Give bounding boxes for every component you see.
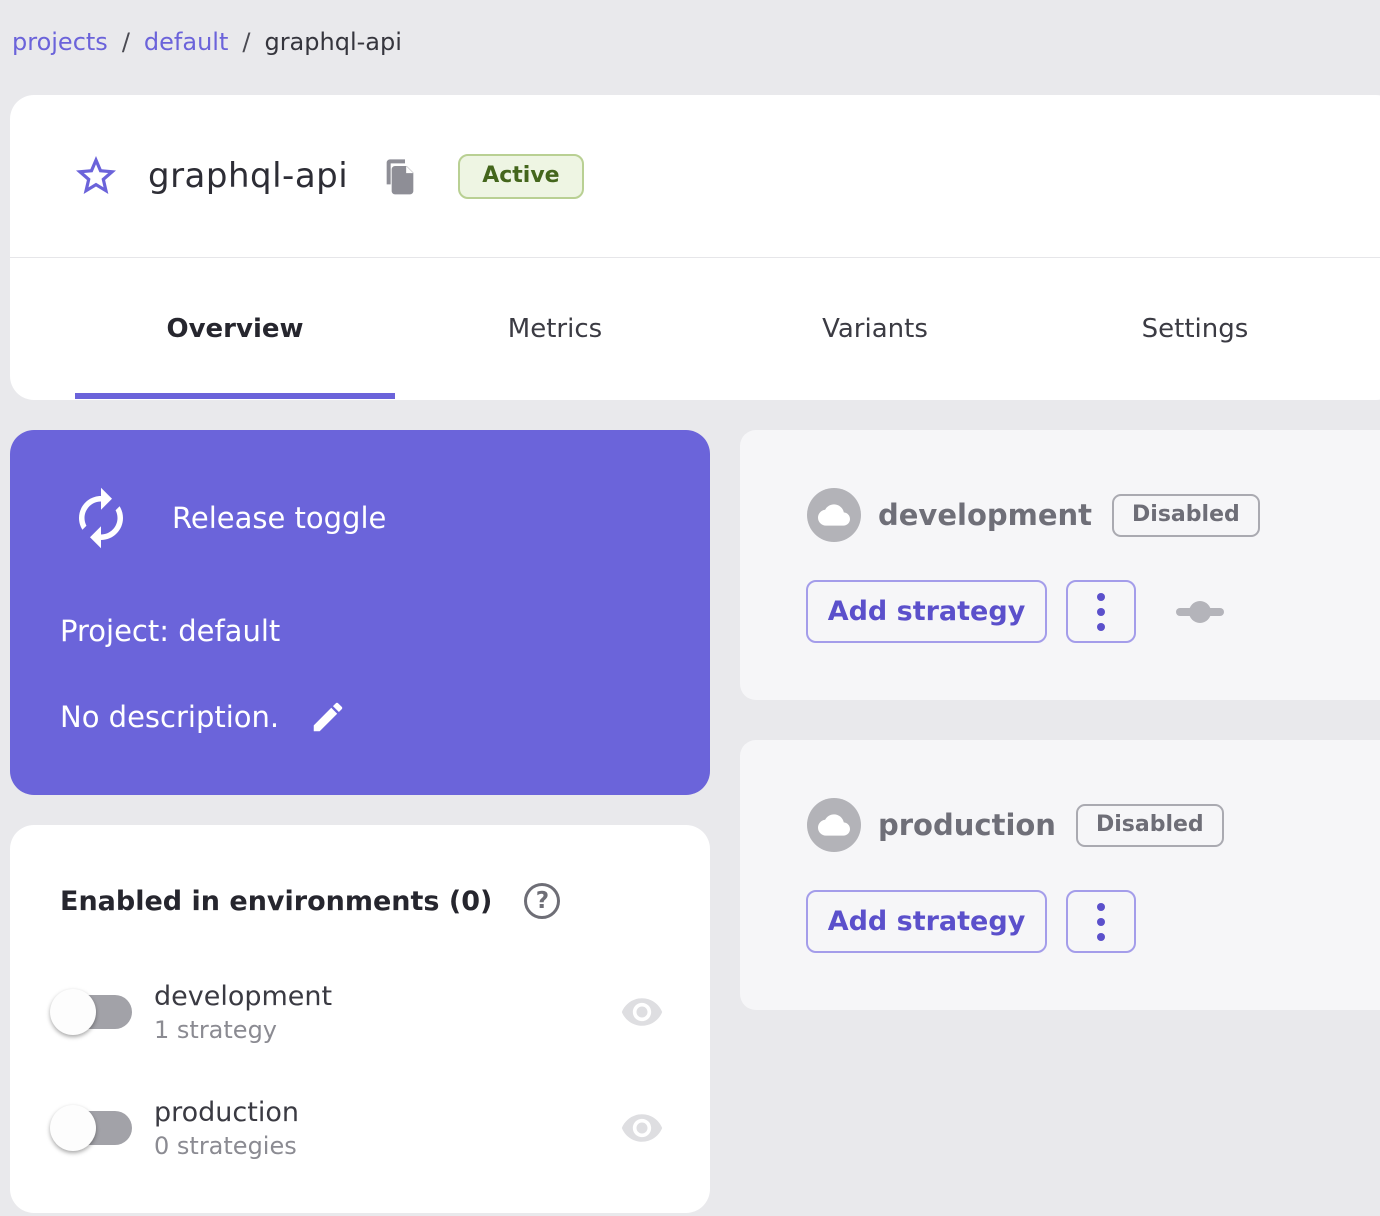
tab-variants[interactable]: Variants	[715, 258, 1035, 399]
environment-row-strategies: 1 strategy	[154, 1015, 277, 1044]
enabled-environments-card: Enabled in environments (0) ? developmen…	[10, 825, 710, 1213]
toggle-type-row: Release toggle	[68, 485, 386, 551]
add-strategy-button[interactable]: Add strategy	[806, 580, 1047, 643]
environment-actions: Add strategy	[806, 890, 1136, 953]
tab-metrics-label: Metrics	[507, 313, 603, 344]
project-label: Project: default	[60, 614, 281, 648]
tab-settings[interactable]: Settings	[1035, 258, 1355, 399]
tab-overview[interactable]: Overview	[75, 258, 395, 399]
environment-toggle-row-development: development 1 strategy	[50, 980, 670, 1044]
help-icon[interactable]: ?	[524, 883, 561, 919]
feature-tabs: Overview Metrics Variants Settings	[10, 258, 1380, 399]
description-row: No description.	[60, 698, 347, 736]
breadcrumb-link-projects[interactable]: projects	[12, 28, 108, 56]
environment-row-strategies: 0 strategies	[154, 1131, 297, 1160]
release-toggle-cycle-icon	[68, 485, 134, 551]
environment-toggle-switch[interactable]	[50, 989, 134, 1035]
strategy-slider-icon	[1176, 600, 1224, 624]
cloud-icon	[807, 488, 861, 542]
feature-header-row: graphql-api Active	[10, 95, 1380, 258]
environment-card-production: production Disabled Add strategy	[740, 740, 1380, 1010]
breadcrumb-link-default[interactable]: default	[144, 28, 228, 56]
environment-actions: Add strategy	[806, 580, 1224, 643]
environment-card-development: development Disabled Add strategy	[740, 430, 1380, 700]
eye-icon[interactable]	[614, 1106, 670, 1150]
enabled-environments-title: Enabled in environments (0)	[60, 885, 493, 917]
tab-settings-label: Settings	[1141, 313, 1249, 344]
tab-overview-label: Overview	[166, 313, 304, 344]
edit-description-pencil-icon[interactable]	[309, 698, 347, 736]
tab-variants-label: Variants	[822, 313, 928, 344]
breadcrumb-separator: /	[121, 28, 130, 56]
breadcrumb-current: graphql-api	[264, 28, 402, 56]
breadcrumb-separator: /	[242, 28, 251, 56]
environment-name: production	[878, 808, 1056, 842]
feature-toggle-overview-page: projects / default / graphql-api graphql…	[0, 0, 1380, 1216]
more-options-kebab-icon[interactable]	[1066, 580, 1136, 643]
page-title: graphql-api	[148, 156, 349, 196]
copy-name-icon[interactable]	[380, 156, 420, 196]
environment-header: production Disabled	[807, 798, 1224, 852]
tab-metrics[interactable]: Metrics	[395, 258, 715, 399]
toggle-overview-card: Release toggle Project: default No descr…	[10, 430, 710, 795]
environment-row-name: production	[154, 1096, 299, 1128]
environment-status-badge: Disabled	[1075, 803, 1224, 847]
status-badge: Active	[458, 153, 584, 199]
enabled-environments-header: Enabled in environments (0) ?	[60, 883, 561, 919]
environment-toggle-switch[interactable]	[50, 1105, 134, 1151]
environment-toggle-row-production: production 0 strategies	[50, 1096, 670, 1160]
more-options-kebab-icon[interactable]	[1066, 890, 1136, 953]
breadcrumb: projects / default / graphql-api	[12, 28, 402, 56]
description-label: No description.	[60, 700, 280, 734]
add-strategy-button[interactable]: Add strategy	[806, 890, 1047, 953]
favorite-star-icon[interactable]	[72, 152, 120, 200]
environment-header: development Disabled	[807, 488, 1260, 542]
toggle-type-label: Release toggle	[172, 501, 387, 535]
eye-icon[interactable]	[614, 990, 670, 1034]
feature-header-card: graphql-api Active Overview Metrics Vari…	[10, 95, 1380, 400]
environment-status-badge: Disabled	[1112, 493, 1260, 537]
environment-row-text: development 1 strategy	[154, 981, 332, 1044]
environment-row-name: development	[154, 980, 333, 1012]
environment-row-text: production 0 strategies	[154, 1097, 299, 1160]
environment-name: development	[878, 498, 1093, 532]
cloud-icon	[807, 798, 861, 852]
